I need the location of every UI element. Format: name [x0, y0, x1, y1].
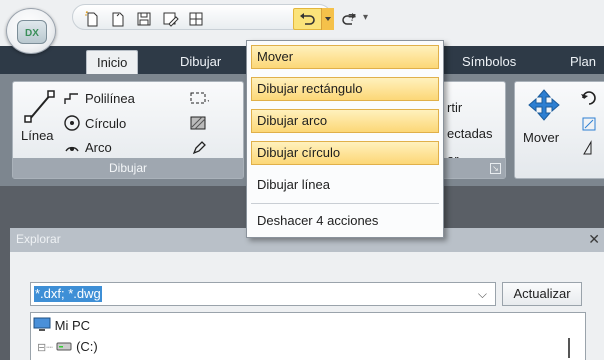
- rectangle-icon[interactable]: ⌄: [189, 90, 213, 109]
- undo-history-menu: Mover Dibujar rectángulo Dibujar arco Di…: [246, 40, 444, 238]
- group-launcher-icon[interactable]: ↘: [490, 163, 501, 174]
- polyline-button[interactable]: Polilínea: [85, 91, 135, 106]
- new-file-icon[interactable]: [83, 11, 101, 27]
- explorer-title: Explorar: [16, 232, 61, 246]
- hatch-icon[interactable]: [189, 115, 209, 134]
- app-logo: DX: [17, 20, 47, 44]
- open-file-icon[interactable]: [109, 11, 127, 27]
- line-button[interactable]: Línea: [21, 128, 54, 143]
- modify-group: Mover: [514, 81, 604, 179]
- undo-item-circle[interactable]: Dibujar círculo: [251, 141, 439, 165]
- undo-dropdown-button[interactable]: [321, 8, 334, 30]
- svg-text:⌄: ⌄: [206, 95, 209, 104]
- arc-button[interactable]: Arco: [85, 140, 112, 155]
- tab-dibujar[interactable]: Dibujar: [170, 50, 231, 74]
- undo-count-footer: Deshacer 4 acciones: [257, 213, 379, 228]
- print-preview-icon[interactable]: [187, 11, 205, 27]
- rotate-icon[interactable]: [579, 88, 599, 113]
- move-button[interactable]: Mover: [523, 130, 559, 145]
- tree-item-label: (C:): [76, 339, 98, 354]
- tree-item-label: Mi PC: [54, 317, 91, 333]
- refresh-button[interactable]: Actualizar: [502, 282, 582, 306]
- polyline-icon: [63, 90, 81, 109]
- customize-icon[interactable]: ⩦: [348, 6, 356, 23]
- file-tree: Mi PC ⊟┈ (C:): [30, 312, 586, 360]
- move-icon: [527, 88, 561, 125]
- menu-separator: [251, 203, 439, 204]
- draw-group-label: Dibujar: [13, 158, 243, 178]
- pencil-icon[interactable]: [191, 140, 207, 159]
- file-filter-combo[interactable]: *.dxf; *.dwg ⌵: [30, 282, 496, 306]
- quick-access-toolbar: ▾: [72, 4, 368, 30]
- tree-scrollbar[interactable]: [568, 338, 570, 358]
- line-tool-icon: [23, 88, 57, 129]
- connected-button-partial[interactable]: ectadas: [447, 126, 493, 141]
- save-icon[interactable]: [135, 11, 153, 27]
- file-filter-value[interactable]: *.dxf; *.dwg: [34, 286, 102, 302]
- undo-item-mover[interactable]: Mover: [251, 45, 439, 69]
- tree-item-drive-c[interactable]: ⊟┈ (C:): [37, 339, 98, 355]
- undo-item-line[interactable]: Dibujar línea: [251, 173, 439, 197]
- circle-icon: [63, 114, 81, 135]
- convert-button-partial[interactable]: rtir: [447, 100, 462, 115]
- redo-dropdown-icon[interactable]: ▾: [363, 12, 381, 28]
- tree-item-mi-pc[interactable]: Mi PC: [33, 317, 90, 336]
- drive-icon: [56, 340, 72, 355]
- tree-expander[interactable]: ⊟┈: [37, 342, 53, 354]
- draw-group: Línea Polilínea Círculo Arco ⌄ Dibujar: [12, 81, 244, 179]
- undo-item-rectangle[interactable]: Dibujar rectángulo: [251, 77, 439, 101]
- arc-icon: [63, 138, 81, 159]
- tab-simbolos[interactable]: Símbolos: [452, 50, 526, 74]
- undo-item-arc[interactable]: Dibujar arco: [251, 109, 439, 133]
- application-menu-button[interactable]: DX: [6, 8, 56, 54]
- chevron-down-icon[interactable]: ⌵: [478, 287, 487, 302]
- computer-icon: [33, 317, 51, 336]
- tab-plan[interactable]: Plan: [560, 50, 604, 74]
- save-as-icon[interactable]: [161, 11, 179, 27]
- circle-button[interactable]: Círculo: [85, 116, 126, 131]
- tab-inicio[interactable]: Inicio: [86, 50, 139, 74]
- close-icon[interactable]: ✕: [588, 231, 600, 248]
- mirror-icon[interactable]: [581, 140, 597, 159]
- scale-icon[interactable]: [581, 116, 597, 135]
